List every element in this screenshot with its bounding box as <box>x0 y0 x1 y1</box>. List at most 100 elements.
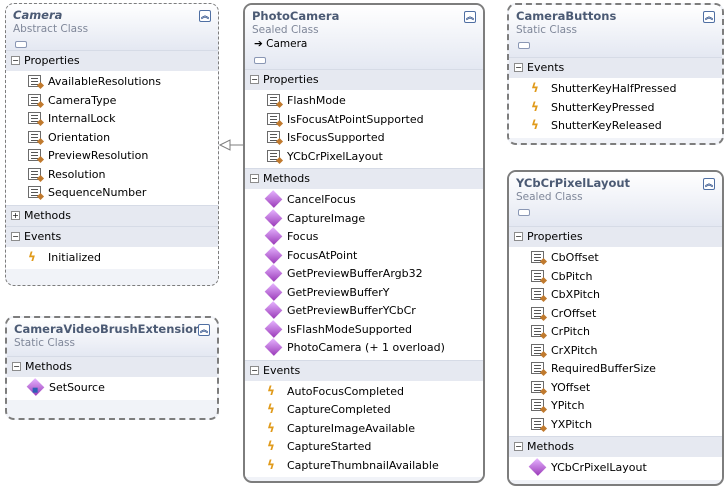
class-header: CameraVideoBrushExtensions Static Class … <box>7 318 217 356</box>
property-icon <box>531 399 544 411</box>
list-item[interactable]: ϟ AutoFocusCompleted <box>245 383 483 402</box>
list-item[interactable]: CbXPitch <box>509 286 722 305</box>
list-item[interactable]: CaptureImage <box>245 208 483 229</box>
property-icon <box>531 269 544 282</box>
list-item[interactable]: FocusAtPoint <box>245 245 483 266</box>
class-kind: Abstract Class <box>13 23 89 35</box>
class-photo-camera[interactable]: PhotoCamera Sealed Class ➔ Camera ︽ − Pr… <box>243 3 485 483</box>
class-symbol-icon <box>518 209 530 216</box>
section-events[interactable]: − Events <box>509 57 722 78</box>
collapse-toggle-icon[interactable]: − <box>250 75 259 84</box>
list-item[interactable]: YOffset <box>509 379 722 398</box>
collapse-chevron-icon[interactable]: ︽ <box>703 178 715 190</box>
property-icon <box>531 362 544 374</box>
list-item[interactable]: PhotoCamera (+ 1 overload) <box>245 338 483 358</box>
collapse-toggle-icon[interactable]: − <box>514 442 523 451</box>
method-icon <box>528 458 547 476</box>
list-item[interactable]: ϟ CaptureStarted <box>245 438 483 457</box>
class-ycbcr-pixel-layout[interactable]: YCbCrPixelLayout Sealed Class ︽ − Proper… <box>507 170 724 486</box>
list-item[interactable]: ϟ CaptureImageAvailable <box>245 420 483 439</box>
property-icon <box>28 75 41 87</box>
list-item[interactable]: PreviewResolution <box>6 147 218 166</box>
collapse-toggle-icon[interactable]: − <box>12 362 21 371</box>
list-item[interactable]: SequenceNumber <box>6 184 218 203</box>
extension-method-icon <box>26 378 45 396</box>
section-methods[interactable]: − Methods <box>7 356 217 377</box>
property-icon <box>531 325 544 337</box>
section-label: Methods <box>263 172 310 185</box>
class-name: Camera <box>13 8 63 22</box>
list-item[interactable]: SetSource <box>7 378 217 398</box>
list-item[interactable]: AvailableResolutions <box>6 73 218 92</box>
collapse-chevron-icon[interactable]: ︽ <box>198 324 210 336</box>
list-item[interactable]: ϟ CaptureThumbnailAvailable <box>245 457 483 476</box>
lightning-icon: ϟ <box>267 383 275 398</box>
section-properties[interactable]: − Properties <box>509 226 722 247</box>
list-item[interactable]: CancelFocus <box>245 190 483 210</box>
list-item[interactable]: YCbCrPixelLayout <box>245 148 483 167</box>
class-kind: Static Class <box>14 337 75 349</box>
lightning-icon: ϟ <box>267 439 275 453</box>
list-item[interactable]: CameraType <box>6 92 218 111</box>
list-item[interactable]: YPitch <box>509 397 722 416</box>
section-label: Methods <box>24 208 71 222</box>
lightning-icon: ϟ <box>267 457 275 472</box>
collapse-chevron-icon[interactable]: ︽ <box>464 11 476 23</box>
section-methods[interactable]: − Methods <box>509 436 722 457</box>
section-methods[interactable]: + Methods <box>6 204 218 226</box>
lightning-icon: ϟ <box>267 402 275 416</box>
collapse-toggle-icon[interactable]: − <box>11 231 20 241</box>
method-icon <box>264 208 283 227</box>
class-symbol-icon <box>518 42 530 49</box>
list-item[interactable]: CrOffset <box>509 305 722 324</box>
collapse-toggle-icon[interactable]: − <box>514 232 523 241</box>
method-icon <box>264 338 283 356</box>
list-item[interactable]: IsFocusSupported <box>245 129 483 148</box>
class-camera-buttons[interactable]: CameraButtons Static Class ︽ − Events ϟS… <box>507 3 724 145</box>
list-item[interactable]: Orientation <box>6 129 218 148</box>
collapse-toggle-icon[interactable]: − <box>250 365 259 375</box>
list-item[interactable]: YCbCrPixelLayout <box>509 458 722 478</box>
collapse-toggle-icon[interactable]: − <box>250 174 259 183</box>
section-label: Events <box>24 229 62 243</box>
collapse-chevron-icon[interactable]: ︽ <box>703 11 715 23</box>
list-item[interactable]: IsFlashModeSupported <box>245 319 483 340</box>
list-item[interactable]: CbPitch <box>509 268 722 287</box>
list-item[interactable]: Focus <box>245 227 483 247</box>
list-item[interactable]: CrXPitch <box>509 342 722 361</box>
list-item[interactable]: ϟ ShutterKeyPressed <box>509 99 722 118</box>
lightning-icon: ϟ <box>531 99 539 114</box>
collapse-toggle-icon[interactable]: − <box>514 63 523 72</box>
collapse-chevron-icon[interactable]: ︽ <box>199 10 211 22</box>
list-item[interactable]: FlashMode <box>245 92 483 111</box>
class-camera-video-brush-extensions[interactable]: CameraVideoBrushExtensions Static Class … <box>5 316 219 420</box>
section-events[interactable]: − Events <box>6 225 218 247</box>
section-properties[interactable]: − Properties <box>6 50 218 71</box>
list-item[interactable]: Resolution <box>6 166 218 185</box>
property-icon <box>28 130 41 143</box>
list-item[interactable]: ϟ Initialized <box>6 249 218 268</box>
list-item[interactable]: CbOffset <box>509 249 722 268</box>
list-item[interactable]: ϟ ShutterKeyHalfPressed <box>509 80 722 99</box>
list-item[interactable]: YXPitch <box>509 416 722 435</box>
property-icon <box>267 149 280 162</box>
list-item[interactable]: IsFocusAtPointSupported <box>245 111 483 130</box>
list-item[interactable]: GetPreviewBufferArgb32 <box>245 264 483 284</box>
list-item[interactable]: GetPreviewBufferY <box>245 282 483 303</box>
property-icon <box>531 343 544 356</box>
class-camera[interactable]: Camera Abstract Class ︽ − Properties Ava… <box>5 3 219 286</box>
list-item[interactable]: GetPreviewBufferYCbCr <box>245 301 483 321</box>
list-item[interactable]: ϟ ShutterKeyReleased <box>509 117 722 136</box>
list-item[interactable]: CrPitch <box>509 323 722 342</box>
list-item[interactable]: RequiredBufferSize <box>509 360 722 379</box>
section-properties[interactable]: − Properties <box>245 69 483 90</box>
class-name: CameraButtons <box>516 9 617 23</box>
section-events[interactable]: − Events <box>245 359 483 381</box>
section-methods[interactable]: − Methods <box>245 168 483 189</box>
property-icon <box>531 251 544 263</box>
list-item[interactable]: InternalLock <box>6 110 218 129</box>
expand-toggle-icon[interactable]: + <box>11 210 20 220</box>
collapse-toggle-icon[interactable]: − <box>11 56 20 65</box>
list-item[interactable]: ϟ CaptureCompleted <box>245 401 483 420</box>
property-icon <box>28 149 41 161</box>
